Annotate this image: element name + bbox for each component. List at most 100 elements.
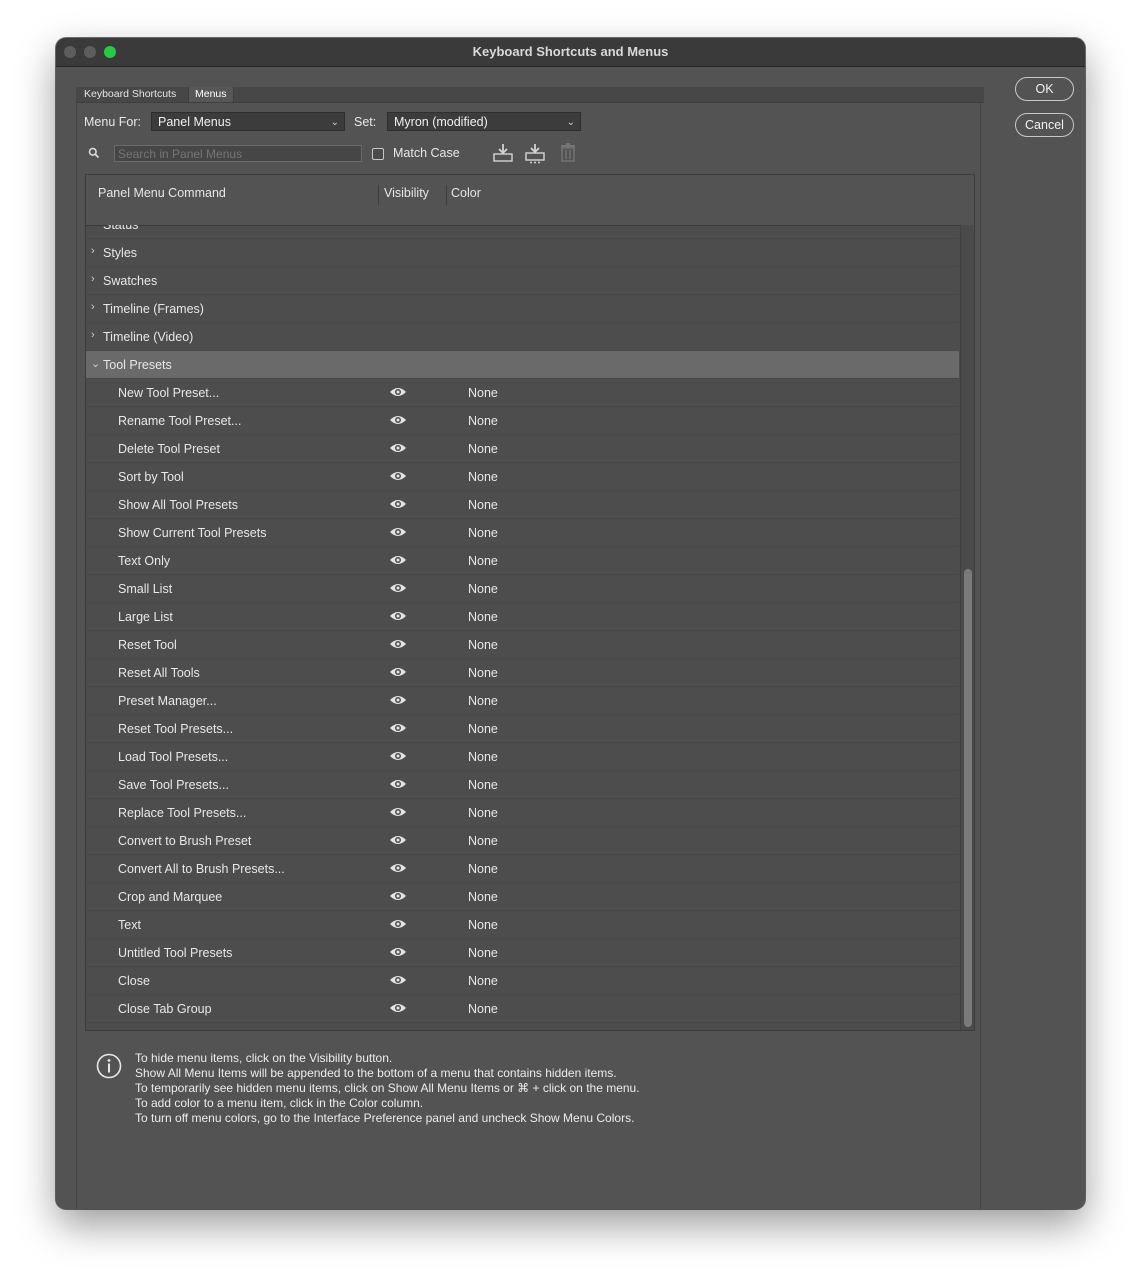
- eye-icon[interactable]: [389, 441, 407, 455]
- eye-icon[interactable]: [389, 805, 407, 819]
- menu-for-label: Menu For:: [84, 115, 141, 129]
- eye-icon[interactable]: [389, 553, 407, 567]
- chevron-right-icon[interactable]: ›: [91, 301, 101, 313]
- command-label: Crop and Marquee: [118, 890, 223, 904]
- color-cell[interactable]: None: [468, 666, 498, 680]
- table-row: Crop and Marquee None: [86, 883, 959, 911]
- table-row: Reset All Tools None: [86, 659, 959, 687]
- eye-icon[interactable]: [389, 581, 407, 595]
- color-cell[interactable]: None: [468, 554, 498, 568]
- header-visibility: Visibility: [384, 186, 429, 200]
- help-line: To temporarily see hidden menu items, cl…: [135, 1081, 640, 1095]
- color-cell[interactable]: None: [468, 862, 498, 876]
- match-case-checkbox[interactable]: [372, 148, 384, 160]
- chevron-right-icon[interactable]: ›: [91, 245, 101, 257]
- eye-icon[interactable]: [389, 637, 407, 651]
- eye-icon[interactable]: [389, 525, 407, 539]
- eye-icon[interactable]: [389, 693, 407, 707]
- color-cell[interactable]: None: [468, 946, 498, 960]
- tab-menus[interactable]: Menus: [188, 87, 234, 102]
- eye-icon[interactable]: [389, 1001, 407, 1015]
- color-cell[interactable]: None: [468, 890, 498, 904]
- search-icon: [88, 147, 100, 159]
- group-row[interactable]: › Timeline (Frames): [86, 295, 959, 323]
- command-label: Close Tab Group: [118, 1002, 212, 1016]
- color-cell[interactable]: None: [468, 694, 498, 708]
- command-label: Text: [118, 918, 141, 932]
- eye-icon[interactable]: [389, 973, 407, 987]
- title-bar[interactable]: Keyboard Shortcuts and Menus: [56, 38, 1085, 67]
- scrollbar-track[interactable]: [960, 225, 974, 1030]
- table-row: Reset Tool None: [86, 631, 959, 659]
- eye-icon[interactable]: [389, 665, 407, 679]
- trash-icon[interactable]: [557, 142, 579, 164]
- group-label: Swatches: [103, 274, 158, 288]
- dialog-window: Keyboard Shortcuts and Menus Keyboard Sh…: [56, 38, 1085, 1209]
- color-cell[interactable]: None: [468, 722, 498, 736]
- chevron-right-icon[interactable]: ›: [91, 225, 101, 229]
- color-cell[interactable]: None: [468, 610, 498, 624]
- eye-icon[interactable]: [389, 609, 407, 623]
- group-row-expanded[interactable]: ⌄ Tool Presets: [86, 351, 959, 379]
- save-set-icon[interactable]: [492, 142, 514, 164]
- eye-icon[interactable]: [389, 889, 407, 903]
- eye-icon[interactable]: [389, 497, 407, 511]
- group-row[interactable]: ›Status: [86, 225, 959, 239]
- eye-icon[interactable]: [389, 721, 407, 735]
- chevron-down-icon[interactable]: ⌄: [91, 357, 101, 370]
- save-set-as-icon[interactable]: [524, 142, 546, 164]
- color-cell[interactable]: None: [468, 974, 498, 988]
- command-label: Save Tool Presets...: [118, 778, 229, 792]
- color-cell[interactable]: None: [468, 414, 498, 428]
- cancel-button[interactable]: Cancel: [1015, 113, 1074, 137]
- table-row: Reset Tool Presets... None: [86, 715, 959, 743]
- command-label: Show Current Tool Presets: [118, 526, 267, 540]
- color-cell[interactable]: None: [468, 442, 498, 456]
- color-cell[interactable]: None: [468, 386, 498, 400]
- table-row: Large List None: [86, 603, 959, 631]
- menu-for-select[interactable]: Panel Menus ⌄: [151, 112, 345, 131]
- set-value: Myron (modified): [394, 115, 488, 129]
- color-cell[interactable]: None: [468, 778, 498, 792]
- help-line: To hide menu items, click on the Visibil…: [135, 1051, 393, 1065]
- group-row[interactable]: › Swatches: [86, 267, 959, 295]
- color-cell[interactable]: None: [468, 918, 498, 932]
- eye-icon[interactable]: [389, 777, 407, 791]
- help-line: To turn off menu colors, go to the Inter…: [135, 1111, 635, 1125]
- eye-icon[interactable]: [389, 469, 407, 483]
- color-cell[interactable]: None: [468, 638, 498, 652]
- color-cell[interactable]: None: [468, 470, 498, 484]
- eye-icon[interactable]: [389, 385, 407, 399]
- eye-icon[interactable]: [389, 749, 407, 763]
- table-row: Save Tool Presets... None: [86, 771, 959, 799]
- scrollbar-thumb[interactable]: [964, 569, 972, 1027]
- color-cell[interactable]: None: [468, 526, 498, 540]
- tab-keyboard-shortcuts[interactable]: Keyboard Shortcuts: [78, 87, 182, 102]
- color-cell[interactable]: None: [468, 750, 498, 764]
- command-label: Delete Tool Preset: [118, 442, 220, 456]
- ok-button[interactable]: OK: [1015, 77, 1074, 101]
- search-input[interactable]: [114, 145, 362, 162]
- group-row[interactable]: › Styles: [86, 239, 959, 267]
- color-cell[interactable]: None: [468, 834, 498, 848]
- group-label: Status: [103, 225, 139, 232]
- eye-icon[interactable]: [389, 917, 407, 931]
- color-cell[interactable]: None: [468, 498, 498, 512]
- chevron-right-icon[interactable]: ›: [91, 273, 101, 285]
- eye-icon[interactable]: [389, 833, 407, 847]
- command-label: Reset All Tools: [118, 666, 200, 680]
- set-select[interactable]: Myron (modified) ⌄: [387, 112, 581, 131]
- color-cell[interactable]: None: [468, 806, 498, 820]
- eye-icon[interactable]: [389, 861, 407, 875]
- command-label: Small List: [118, 582, 173, 596]
- color-cell[interactable]: None: [468, 1002, 498, 1016]
- eye-icon[interactable]: [389, 413, 407, 427]
- color-cell[interactable]: None: [468, 582, 498, 596]
- help-text: To hide menu items, click on the Visibil…: [135, 1051, 640, 1126]
- chevron-right-icon[interactable]: ›: [91, 329, 101, 341]
- group-row[interactable]: › Timeline (Video): [86, 323, 959, 351]
- table-row: Convert All to Brush Presets... None: [86, 855, 959, 883]
- info-icon: [96, 1053, 122, 1079]
- command-label: Text Only: [118, 554, 171, 568]
- eye-icon[interactable]: [389, 945, 407, 959]
